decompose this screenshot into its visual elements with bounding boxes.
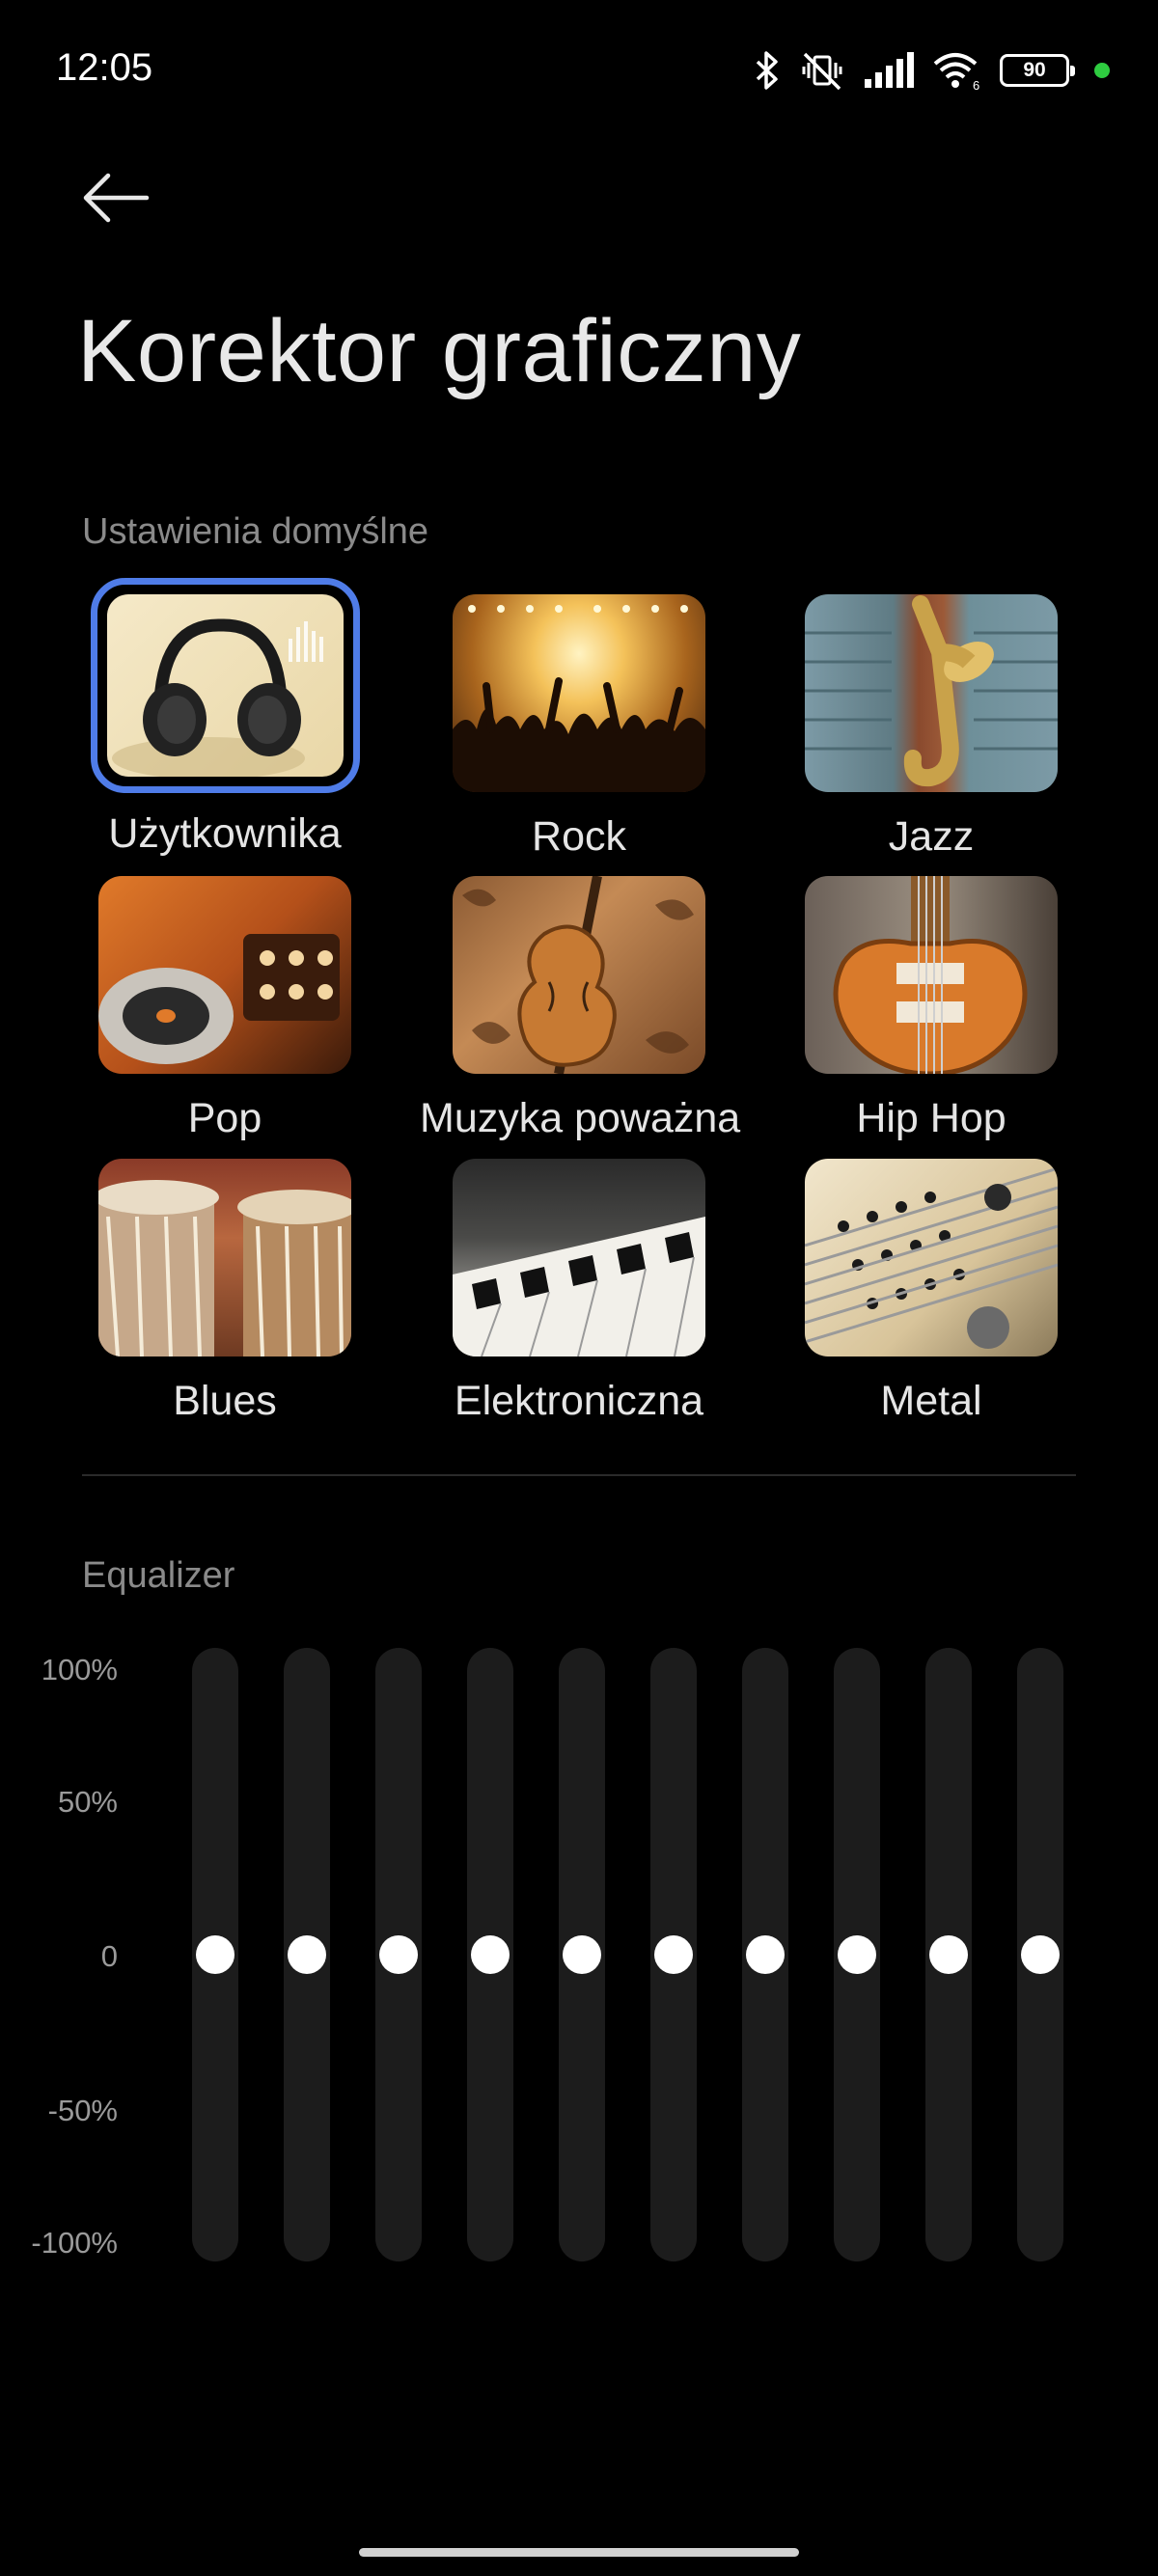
battery-level: 90 bbox=[1023, 59, 1046, 81]
slider-knob[interactable] bbox=[929, 1935, 968, 1974]
tabla-drums-image bbox=[98, 1159, 351, 1357]
preset-label: Metal bbox=[880, 1378, 982, 1424]
battery-icon: 90 bbox=[1000, 54, 1075, 87]
violin-image bbox=[453, 876, 705, 1074]
status-time: 12:05 bbox=[56, 46, 153, 89]
concert-crowd-image bbox=[453, 594, 705, 792]
preset-label: Blues bbox=[173, 1378, 277, 1424]
privacy-dot-icon bbox=[1094, 63, 1110, 78]
slider-knob[interactable] bbox=[196, 1935, 234, 1974]
equalizer-band-slider[interactable] bbox=[375, 1648, 422, 2261]
preset-hiphop[interactable]: Hip Hop bbox=[772, 876, 1090, 1142]
bluetooth-icon bbox=[753, 50, 782, 91]
arrow-left-icon bbox=[83, 173, 150, 223]
equalizer-band-slider[interactable] bbox=[559, 1648, 605, 2261]
back-button[interactable] bbox=[77, 159, 154, 236]
preset-pop[interactable]: Pop bbox=[66, 876, 384, 1142]
slider-knob[interactable] bbox=[746, 1935, 785, 1974]
preset-user[interactable]: Użytkownika bbox=[66, 578, 384, 858]
equalizer-bands bbox=[192, 1648, 1080, 2261]
status-icons: 6 90 bbox=[753, 48, 1110, 93]
slider-knob[interactable] bbox=[471, 1935, 510, 1974]
headphones-image bbox=[106, 594, 344, 777]
equalizer-band-slider[interactable] bbox=[192, 1648, 238, 2261]
equalizer-band-slider[interactable] bbox=[650, 1648, 697, 2261]
keyboard-image bbox=[453, 1159, 705, 1357]
equalizer-band-slider[interactable] bbox=[467, 1648, 513, 2261]
selection-outline bbox=[90, 578, 360, 793]
wifi-icon: 6 bbox=[932, 50, 982, 91]
home-indicator[interactable] bbox=[359, 2548, 799, 2557]
scale-label-bottom: -100% bbox=[31, 2226, 118, 2260]
slider-knob[interactable] bbox=[1021, 1935, 1060, 1974]
scale-label-lower: -50% bbox=[47, 2094, 118, 2127]
slider-knob[interactable] bbox=[563, 1935, 601, 1974]
equalizer-band-slider[interactable] bbox=[1017, 1648, 1063, 2261]
saxophone-image bbox=[805, 594, 1058, 792]
preset-label: Użytkownika bbox=[108, 810, 342, 857]
electric-guitar-image bbox=[805, 876, 1058, 1074]
equalizer-band-slider[interactable] bbox=[742, 1648, 788, 2261]
divider bbox=[82, 1474, 1076, 1476]
equalizer-section-label: Equalizer bbox=[82, 1555, 235, 1596]
scale-label-zero: 0 bbox=[100, 1939, 118, 1973]
preset-jazz[interactable]: Jazz bbox=[772, 594, 1090, 861]
preset-blues[interactable]: Blues bbox=[66, 1159, 384, 1425]
presets-section-label: Ustawienia domyślne bbox=[82, 511, 429, 552]
preset-label: Rock bbox=[532, 813, 626, 860]
slider-knob[interactable] bbox=[288, 1935, 326, 1974]
preset-label: Muzyka poważna bbox=[420, 1095, 741, 1141]
guitar-strings-image bbox=[805, 1159, 1058, 1357]
vibrate-off-icon bbox=[799, 50, 845, 91]
preset-label: Jazz bbox=[888, 813, 975, 860]
equalizer-band-slider[interactable] bbox=[834, 1648, 880, 2261]
equalizer-band-slider[interactable] bbox=[284, 1648, 330, 2261]
scale-label-upper: 50% bbox=[57, 1785, 118, 1819]
preset-label: Pop bbox=[187, 1095, 262, 1141]
preset-electronic[interactable]: Elektroniczna bbox=[420, 1159, 738, 1425]
preset-label: Hip Hop bbox=[856, 1095, 1006, 1141]
slider-knob[interactable] bbox=[379, 1935, 418, 1974]
equalizer-band-slider[interactable] bbox=[925, 1648, 972, 2261]
status-bar: 12:05 6 90 bbox=[0, 0, 1158, 145]
signal-icon bbox=[863, 50, 915, 91]
preset-metal[interactable]: Metal bbox=[772, 1159, 1090, 1425]
preset-rock[interactable]: Rock bbox=[420, 594, 738, 861]
scale-label-top: 100% bbox=[41, 1653, 118, 1686]
preset-label: Elektroniczna bbox=[454, 1378, 704, 1424]
slider-knob[interactable] bbox=[838, 1935, 876, 1974]
svg-text:6: 6 bbox=[973, 78, 979, 91]
preset-classical[interactable]: Muzyka poważna bbox=[420, 876, 741, 1142]
page-title: Korektor graficzny bbox=[77, 302, 802, 400]
dj-turntable-image bbox=[98, 876, 351, 1074]
slider-knob[interactable] bbox=[654, 1935, 693, 1974]
